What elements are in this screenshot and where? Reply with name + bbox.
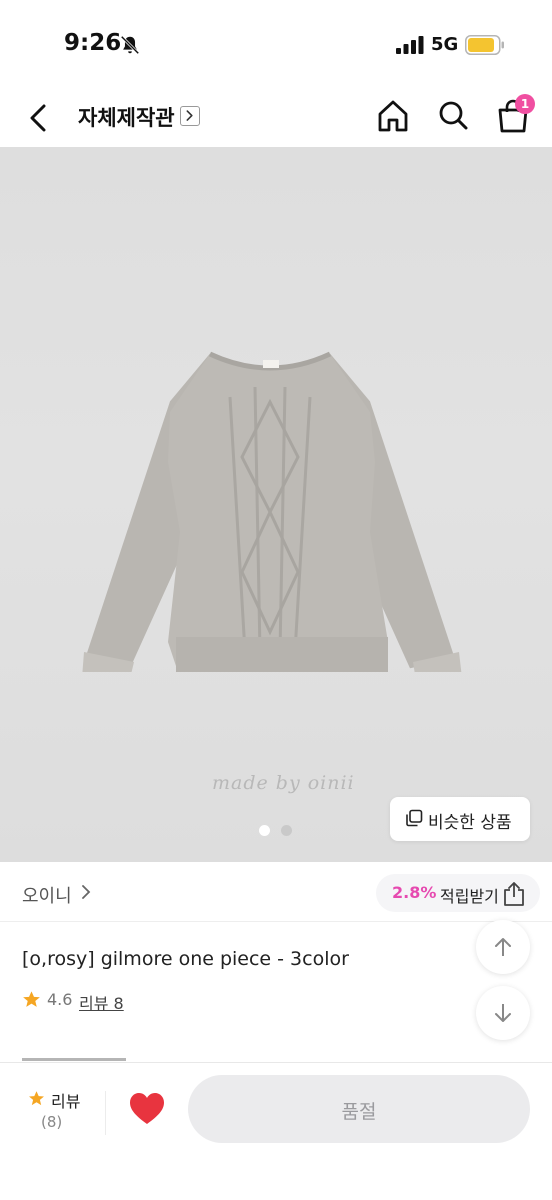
sold-out-button[interactable]: 품절 <box>188 1075 530 1143</box>
product-photo-dress <box>82 351 462 672</box>
watermark-text: made by oinii <box>212 772 355 794</box>
scroll-down-button[interactable] <box>476 986 530 1040</box>
network-label: 5G <box>431 34 459 55</box>
battery-icon <box>465 35 504 55</box>
reward-label: 적립받기 <box>440 887 499 906</box>
heart-icon[interactable] <box>128 1091 166 1127</box>
chevron-right-icon[interactable] <box>79 884 93 900</box>
similar-products-label: 비슷한 상품 <box>428 813 512 833</box>
top-nav: 자체제작관 <box>0 90 552 146</box>
product-title: [o,rosy] gilmore one piece - 3color <box>22 948 349 970</box>
bottom-action-bar: 리뷰 (8) 품절 <box>0 1062 552 1200</box>
brand-row: 오이니 2.8% 적립받기 <box>0 862 552 922</box>
similar-products-button[interactable]: 비슷한 상품 <box>390 797 530 841</box>
back-arrow-icon[interactable] <box>22 98 58 138</box>
status-time: 9:26 <box>64 30 122 56</box>
chevron-right-icon[interactable] <box>180 106 200 126</box>
status-bar: 9:26 5G <box>0 0 552 90</box>
scroll-up-button[interactable] <box>476 920 530 974</box>
arrow-up-icon <box>495 938 511 956</box>
product-image-gallery[interactable]: made by oinii 비슷한 상품 <box>0 147 552 862</box>
star-icon <box>23 991 40 1007</box>
review-tab-label: 리뷰 <box>51 1092 81 1111</box>
search-icon[interactable] <box>436 98 470 134</box>
bell-slash-icon <box>120 35 140 55</box>
review-tab[interactable]: 리뷰 (8) <box>20 1085 86 1145</box>
pager-dot[interactable] <box>281 825 292 836</box>
sold-out-label: 품절 <box>341 1101 377 1123</box>
share-icon[interactable] <box>500 880 528 908</box>
copy-icon <box>406 809 423 827</box>
brand-name[interactable]: 오이니 <box>22 882 72 908</box>
page-title[interactable]: 자체제작관 <box>78 102 175 132</box>
rating-value: 4.6 <box>47 990 73 1009</box>
pager-dot-active[interactable] <box>259 825 270 836</box>
arrow-down-icon <box>495 1004 511 1022</box>
cart-count-badge: 1 <box>515 94 535 114</box>
review-link[interactable]: 리뷰 8 <box>79 990 124 1014</box>
gallery-pager <box>259 821 303 840</box>
signal-icon <box>396 36 424 54</box>
star-icon <box>29 1091 44 1106</box>
reward-percent: 2.8% <box>392 883 437 902</box>
review-tab-count: (8) <box>41 1113 63 1131</box>
home-icon[interactable] <box>376 98 410 134</box>
divider <box>105 1091 106 1135</box>
